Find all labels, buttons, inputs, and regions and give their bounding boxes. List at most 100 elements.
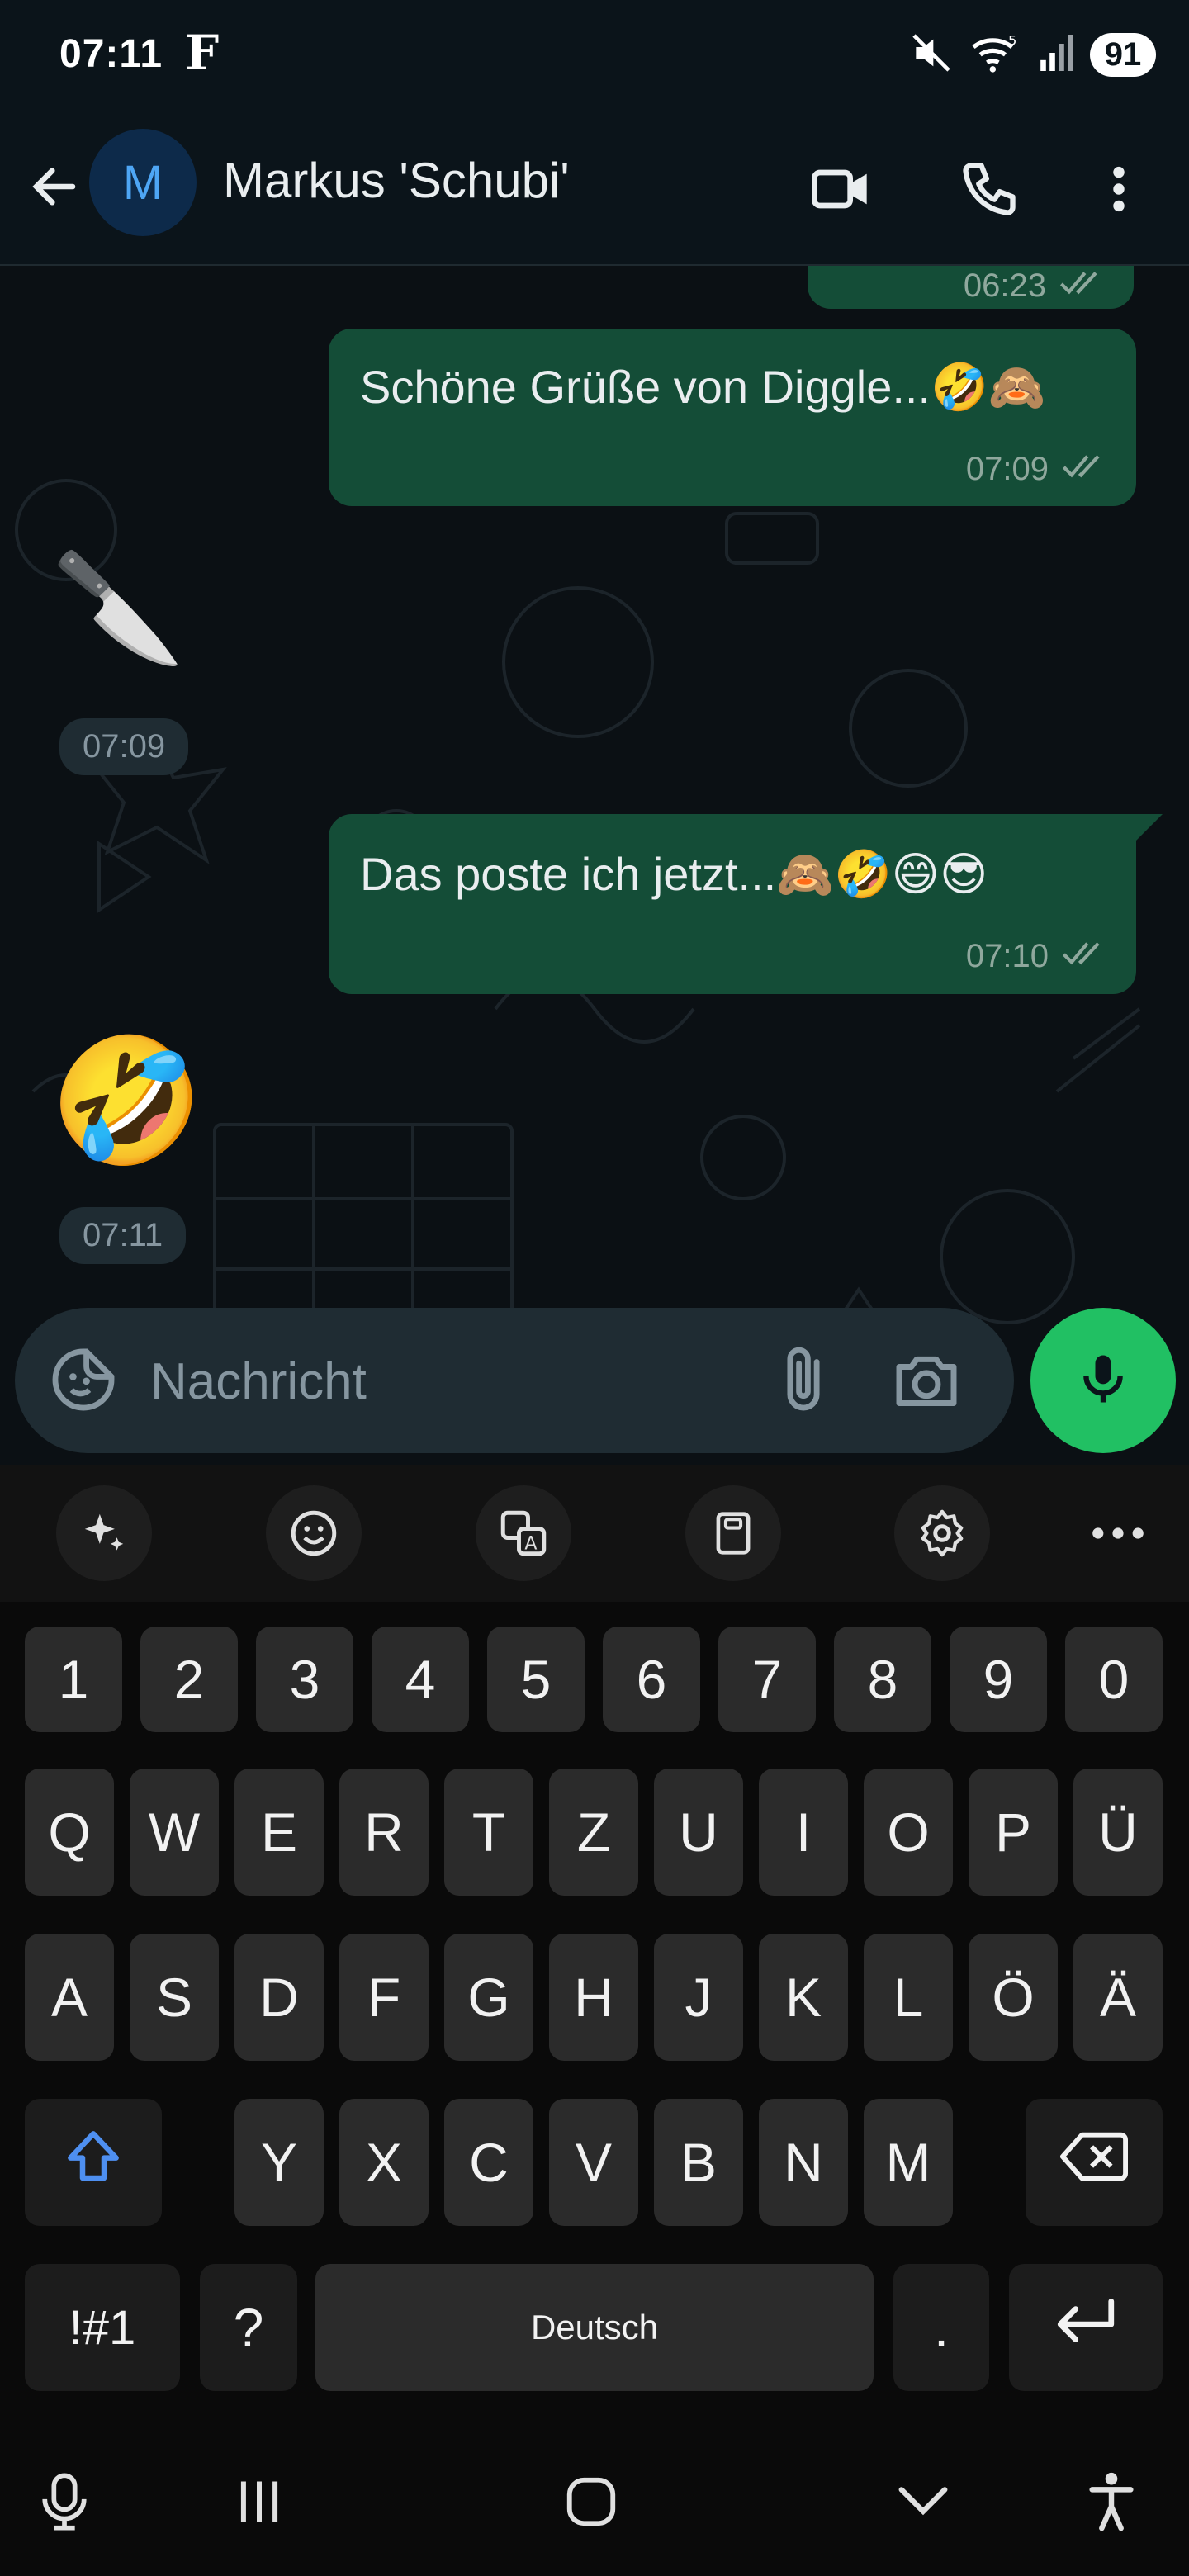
message-text: Schöne Grüße von Diggle...🤣🙈 xyxy=(360,361,1046,413)
voice-input-icon[interactable] xyxy=(23,2460,106,2543)
key-y[interactable]: Y xyxy=(234,2099,324,2226)
settings-icon[interactable] xyxy=(894,1485,990,1581)
message-time: 06:23 xyxy=(963,268,1046,304)
ai-sparkle-icon[interactable] xyxy=(56,1485,152,1581)
message-text: Das poste ich jetzt...🙈🤣😄😎 xyxy=(360,848,988,900)
period-key[interactable]: . xyxy=(893,2264,989,2391)
key-i[interactable]: I xyxy=(759,1769,848,1896)
key-b[interactable]: B xyxy=(654,2099,743,2226)
svg-text:A: A xyxy=(524,1533,537,1554)
key-e[interactable]: E xyxy=(234,1769,324,1896)
message-time: 07:09 xyxy=(59,718,189,775)
key-a[interactable]: A xyxy=(25,1934,114,2061)
key-f[interactable]: F xyxy=(339,1934,429,2061)
camera-icon[interactable] xyxy=(890,1344,963,1421)
message-bubble-outgoing[interactable]: Schöne Grüße von Diggle...🤣🙈 07:09 xyxy=(329,329,1136,506)
double-check-icon xyxy=(1060,451,1108,488)
system-navigation-bar xyxy=(0,2427,1189,2576)
shift-icon xyxy=(61,2124,126,2201)
key-c[interactable]: C xyxy=(444,2099,533,2226)
symbols-key[interactable]: !#1 xyxy=(25,2264,180,2391)
voice-record-button[interactable] xyxy=(1030,1308,1176,1453)
key-5[interactable]: 5 xyxy=(487,1627,585,1732)
key-7[interactable]: 7 xyxy=(718,1627,816,1732)
key-s[interactable]: S xyxy=(130,1934,219,2061)
chat-area[interactable]: Sö... 06:23 Schöne Grüße von Diggle...🤣🙈… xyxy=(0,266,1189,1465)
message-bubble-outgoing[interactable]: Sö... 06:23 xyxy=(808,266,1134,309)
toolbar-more-icon[interactable] xyxy=(1070,1485,1166,1581)
message-bubble-outgoing[interactable]: Das poste ich jetzt...🙈🤣😄😎 07:10 xyxy=(329,814,1136,994)
message-composer[interactable]: Nachricht xyxy=(15,1308,1014,1453)
key-r[interactable]: R xyxy=(339,1769,429,1896)
avatar[interactable]: M xyxy=(89,129,197,236)
message-text: Sö... xyxy=(837,266,932,275)
accessibility-icon[interactable] xyxy=(1070,2460,1153,2543)
mute-icon xyxy=(908,30,955,80)
clock: 07:11 xyxy=(59,32,163,76)
translate-icon[interactable]: A xyxy=(476,1485,571,1581)
microphone-icon xyxy=(1072,1347,1135,1414)
key-n[interactable]: N xyxy=(759,2099,848,2226)
key-t[interactable]: T xyxy=(444,1769,533,1896)
video-call-icon[interactable] xyxy=(801,149,880,229)
key-z[interactable]: Z xyxy=(549,1769,638,1896)
emoji-message[interactable]: 🤣 xyxy=(50,1029,204,1174)
battery-badge: 91 xyxy=(1090,33,1156,77)
double-check-icon xyxy=(1058,268,1106,305)
key-u[interactable]: U xyxy=(654,1769,743,1896)
svg-text:5: 5 xyxy=(1008,33,1016,49)
key-v[interactable]: V xyxy=(549,2099,638,2226)
back-icon[interactable] xyxy=(21,154,88,220)
sticker-icon[interactable] xyxy=(48,1344,119,1419)
key-9[interactable]: 9 xyxy=(950,1627,1047,1732)
key-oe[interactable]: Ö xyxy=(969,1934,1058,2061)
key-g[interactable]: G xyxy=(444,1934,533,2061)
keyboard-toolbar: A xyxy=(0,1465,1189,1602)
clipboard-icon[interactable] xyxy=(685,1485,781,1581)
key-p[interactable]: P xyxy=(969,1769,1058,1896)
key-4[interactable]: 4 xyxy=(372,1627,469,1732)
space-key[interactable]: Deutsch xyxy=(315,2264,874,2391)
message-input[interactable]: Nachricht xyxy=(150,1352,367,1411)
phone-icon[interactable] xyxy=(950,149,1029,229)
message-time: 07:11 xyxy=(59,1207,187,1264)
key-3[interactable]: 3 xyxy=(256,1627,353,1732)
enter-key[interactable] xyxy=(1009,2264,1163,2391)
key-1[interactable]: 1 xyxy=(25,1627,122,1732)
key-x[interactable]: X xyxy=(339,2099,429,2226)
more-icon[interactable] xyxy=(1079,149,1158,229)
key-8[interactable]: 8 xyxy=(834,1627,931,1732)
chat-header: M Markus 'Schubi' xyxy=(0,112,1189,266)
hide-keyboard-icon[interactable] xyxy=(882,2460,964,2543)
enter-icon xyxy=(1053,2293,1119,2363)
emoji-message[interactable]: 🔪 xyxy=(51,545,185,671)
key-k[interactable]: K xyxy=(759,1934,848,2061)
key-6[interactable]: 6 xyxy=(603,1627,700,1732)
key-2[interactable]: 2 xyxy=(140,1627,238,1732)
key-ae[interactable]: Ä xyxy=(1073,1934,1163,2061)
emoji-icon[interactable] xyxy=(266,1485,362,1581)
space-key-label: Deutsch xyxy=(530,2308,659,2346)
backspace-icon xyxy=(1060,2128,1128,2198)
key-q[interactable]: Q xyxy=(25,1769,114,1896)
key-o[interactable]: O xyxy=(864,1769,953,1896)
key-h[interactable]: H xyxy=(549,1934,638,2061)
key-l[interactable]: L xyxy=(864,1934,953,2061)
key-d[interactable]: D xyxy=(234,1934,324,2061)
message-time: 07:10 xyxy=(965,938,1049,974)
question-mark-key[interactable]: ? xyxy=(200,2264,297,2391)
home-icon[interactable] xyxy=(550,2460,632,2543)
key-m[interactable]: M xyxy=(864,2099,953,2226)
shift-key[interactable] xyxy=(25,2099,162,2226)
key-j[interactable]: J xyxy=(654,1934,743,2061)
key-ue[interactable]: Ü xyxy=(1073,1769,1163,1896)
signal-icon xyxy=(1039,32,1075,78)
backspace-key[interactable] xyxy=(1026,2099,1163,2226)
carrier-glyph: F xyxy=(185,25,220,81)
recent-apps-icon[interactable] xyxy=(218,2460,301,2543)
contact-name[interactable]: Markus 'Schubi' xyxy=(223,152,570,209)
key-0[interactable]: 0 xyxy=(1065,1627,1163,1732)
key-w[interactable]: W xyxy=(130,1769,219,1896)
status-bar: 07:11 F 5 91 xyxy=(0,0,1189,112)
attach-icon[interactable] xyxy=(768,1344,839,1419)
